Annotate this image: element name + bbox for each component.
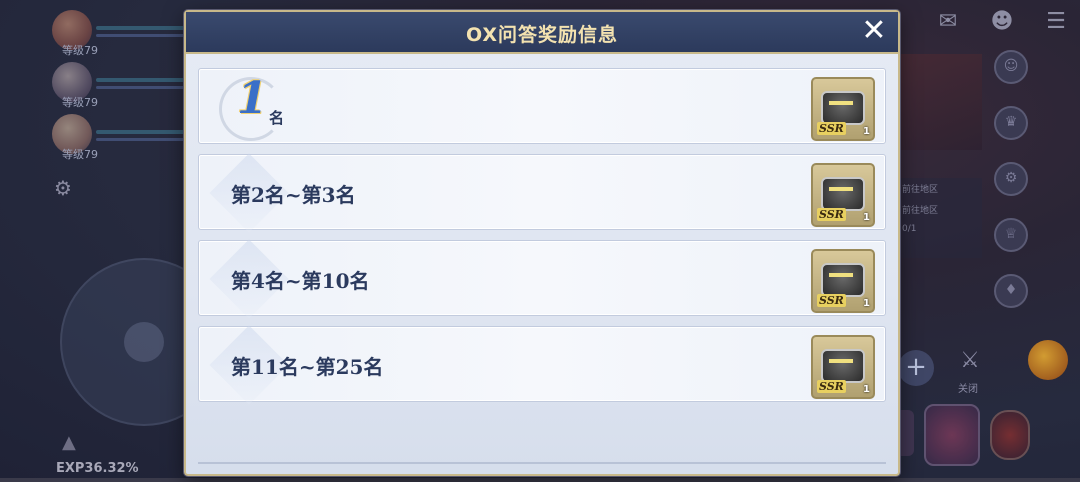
reward-item[interactable]: SSR 1 <box>811 335 875 399</box>
dialog-header: OX问答奖励信息 ✕ <box>186 12 898 54</box>
chest-icon <box>821 349 865 383</box>
skill-button[interactable] <box>924 404 980 466</box>
rank-range: 第2名~第3名 <box>231 183 356 207</box>
chest-icon <box>821 263 865 297</box>
skill-button-secondary[interactable] <box>990 410 1030 460</box>
avatar-icon[interactable]: ☺ <box>994 50 1028 84</box>
guild-icon[interactable]: ♛ <box>994 106 1028 140</box>
rank-range: 第11名~第25名 <box>231 355 384 379</box>
plus-icon[interactable]: + <box>898 350 934 386</box>
dialog-title: OX问答奖励信息 <box>465 24 619 46</box>
party-member[interactable]: 等级79 <box>48 60 188 109</box>
mail-icon[interactable]: ✉ <box>934 8 962 36</box>
party-search-icon[interactable]: ⚙ <box>54 176 84 202</box>
reward-tier: SSR <box>817 208 846 221</box>
hp-bar <box>96 78 186 82</box>
hp-bar <box>96 130 186 134</box>
reward-item[interactable]: SSR 1 <box>811 163 875 227</box>
close-icon[interactable]: ✕ <box>858 16 890 48</box>
settings-icon[interactable]: ⚙ <box>994 162 1028 196</box>
mp-bar <box>96 138 186 141</box>
rank-range: 第4名~第10名 <box>231 269 370 293</box>
rank-number: 1 <box>237 73 268 124</box>
top-right-toolbar: ✉ ☻ ☰ <box>934 8 1070 36</box>
reward-quantity: 1 <box>863 212 870 223</box>
chest-icon <box>821 177 865 211</box>
reward-list: 1 名 SSR 1 第2名~第3名 SSR 1 第4名~第10名 SSR 1 第… <box>198 68 886 412</box>
mp-bar <box>96 34 186 37</box>
character-icon[interactable]: ☻ <box>988 8 1016 36</box>
reward-tier: SSR <box>817 294 846 307</box>
reward-quantity: 1 <box>863 298 870 309</box>
menu-icon[interactable]: ☰ <box>1042 8 1070 36</box>
member-level: 等级79 <box>62 44 98 57</box>
hp-bar <box>96 26 186 30</box>
reward-item[interactable]: SSR 1 <box>811 249 875 313</box>
trophy-icon[interactable]: ♕ <box>994 218 1028 252</box>
sword-label: 关闭 <box>958 384 978 395</box>
member-level: 等级79 <box>62 96 98 109</box>
party-panel: 等级79 20 等级79 等级79 <box>48 8 209 164</box>
party-member[interactable]: 等级79 <box>48 112 188 161</box>
party-member[interactable]: 等级79 20 <box>48 8 209 57</box>
chest-icon <box>821 91 865 125</box>
reward-tier: SSR <box>817 380 846 393</box>
joystick-knob[interactable] <box>124 322 164 362</box>
member-level: 等级79 <box>62 148 98 161</box>
quest-line: 前往地区 <box>902 185 939 195</box>
quest-line: 0/1 <box>902 224 917 234</box>
quest-tracker[interactable]: 前往地区 前往地区 0/1 <box>896 178 982 258</box>
rank-suffix: 名 <box>269 109 285 127</box>
reward-row: 1 名 SSR 1 <box>198 68 886 144</box>
reward-quantity: 1 <box>863 384 870 395</box>
reward-row: 第4名~第10名 SSR 1 <box>198 239 886 319</box>
quest-line: 前往地区 <box>902 206 939 216</box>
reward-quantity: 1 <box>863 126 870 137</box>
reward-row: 第2名~第3名 SSR 1 <box>198 153 886 233</box>
shield-icon[interactable]: ♦ <box>994 274 1028 308</box>
exp-text: EXP36.32% <box>56 461 139 476</box>
mp-bar <box>96 86 186 89</box>
side-icon-column: ☺ ♛ ⚙ ♕ ♦ <box>994 50 1028 308</box>
reward-row: 第11名~第25名 SSR 1 <box>198 325 886 405</box>
reward-info-dialog: OX问答奖励信息 ✕ 1 名 SSR 1 第2名~第3名 SSR 1 第4名~第… <box>184 10 900 476</box>
reward-item[interactable]: SSR 1 <box>811 77 875 141</box>
dialog-divider <box>198 462 886 464</box>
pet-icon[interactable] <box>1028 340 1068 380</box>
minimap[interactable] <box>896 54 982 150</box>
exp-bar <box>0 478 1080 482</box>
home-icon[interactable]: ▲ <box>62 432 76 453</box>
reward-tier: SSR <box>817 122 846 135</box>
